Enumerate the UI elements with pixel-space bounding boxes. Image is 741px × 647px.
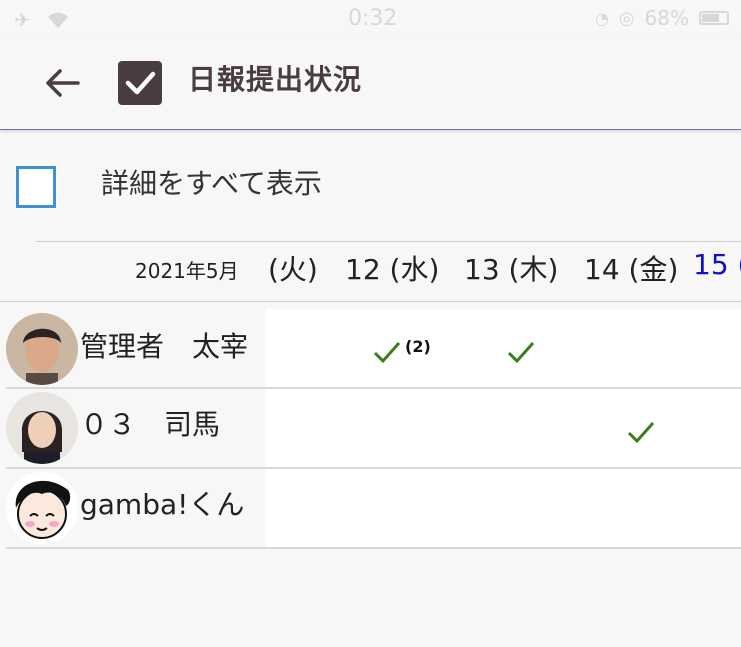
checkbox-icon (118, 61, 162, 105)
report-grid-cell[interactable] (266, 469, 741, 549)
report-grid-cell[interactable] (266, 389, 741, 469)
divider (36, 241, 741, 242)
alarm-icon: ◎ (618, 7, 635, 29)
divider (0, 301, 741, 302)
member-row[interactable]: gamba!くん (0, 469, 741, 549)
member-name: ０３ 司馬 (80, 408, 221, 441)
row-divider (6, 547, 741, 549)
status-left: ✈ (14, 8, 71, 32)
day-header: 12 (水) (345, 253, 440, 286)
check-icon[interactable] (626, 419, 656, 445)
day-header-saturday: 15 ( (693, 248, 741, 281)
status-time: 0:32 (348, 6, 398, 31)
cartoon-avatar (6, 472, 78, 544)
back-arrow-icon[interactable] (40, 60, 86, 106)
month-label: 2021年5月 (135, 259, 239, 283)
battery-percent: 68% (644, 6, 689, 30)
show-all-label[interactable]: 詳細をすべて表示 (101, 162, 322, 202)
report-grid-cell[interactable] (266, 309, 741, 389)
day-header: (火) (268, 253, 318, 286)
check-icon[interactable] (372, 339, 402, 365)
show-all-checkbox[interactable] (16, 166, 56, 208)
wifi-icon (47, 12, 68, 28)
page-title: 日報提出状況 (188, 63, 363, 96)
status-bar: ✈ 0:32 ◔ ◎ 68% (0, 0, 741, 40)
lock-rotation-icon: ◔ (594, 8, 609, 28)
member-name: gamba!くん (80, 488, 245, 521)
member-row[interactable]: 管理者 太宰 (2) (0, 309, 741, 389)
app-header: 日報提出状況 (0, 40, 741, 130)
man-avatar (6, 313, 78, 385)
airplane-icon: ✈ (14, 8, 31, 32)
day-header: 14 (金) (584, 253, 679, 286)
day-header: 13 (木) (464, 253, 559, 286)
woman-avatar (6, 392, 78, 464)
check-icon[interactable] (506, 339, 536, 365)
status-right: ◔ ◎ 68% (595, 6, 729, 30)
member-row[interactable]: ０３ 司馬 (0, 389, 741, 469)
report-count: (2) (405, 337, 431, 356)
member-name: 管理者 太宰 (80, 330, 249, 363)
battery-icon (699, 11, 729, 25)
